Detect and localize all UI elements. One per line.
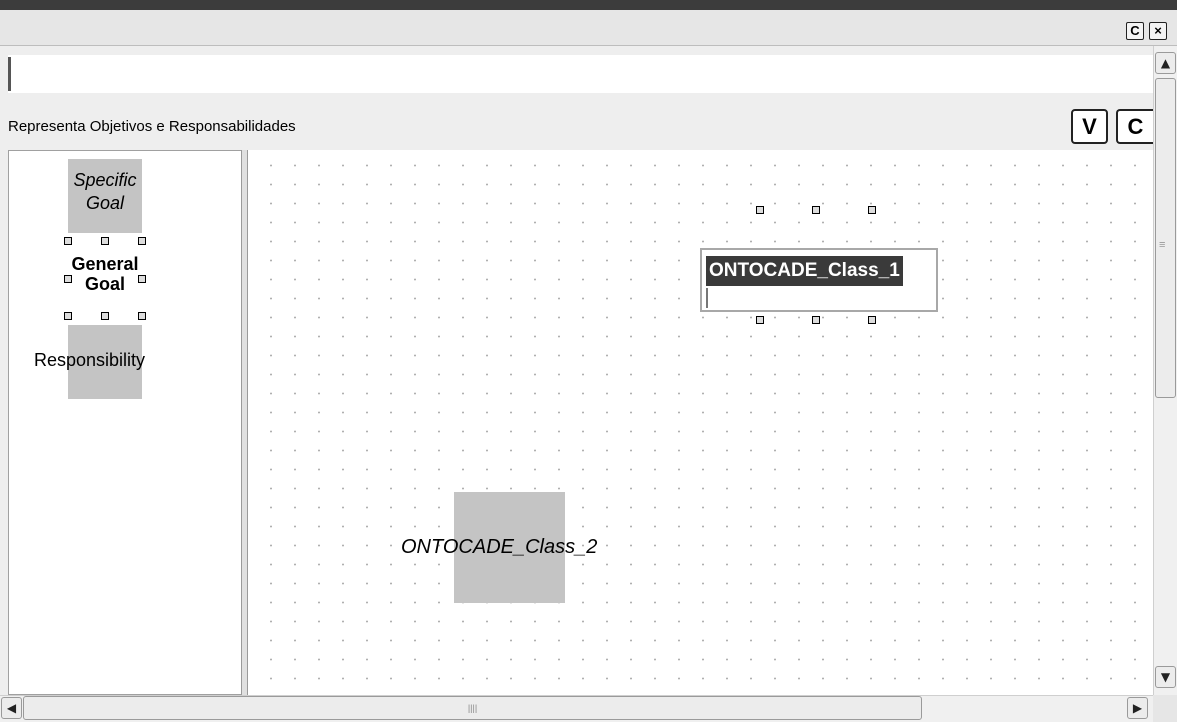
vertical-scroll-thumb[interactable]: ≡ [1155, 78, 1176, 398]
selection-handle[interactable] [138, 312, 146, 320]
scroll-up-arrow-icon[interactable]: ▲ [1155, 52, 1176, 74]
selection-handle[interactable] [756, 206, 764, 214]
selection-handle[interactable] [868, 206, 876, 214]
selection-handle[interactable] [756, 316, 764, 324]
specific-goal-label-line1: Specific [73, 170, 137, 190]
restore-button[interactable]: C [1126, 22, 1144, 40]
selection-handle[interactable] [101, 237, 109, 245]
text-cursor [8, 57, 11, 91]
selection-handle[interactable] [64, 237, 72, 245]
grip-icon: ≡ [1159, 239, 1166, 251]
text-input-area[interactable] [8, 55, 1153, 93]
palette-title: Representa Objetivos e Responsabilidades [8, 118, 296, 135]
window-top-border [0, 0, 1177, 10]
v-button[interactable]: V [1071, 109, 1108, 144]
edit-cursor [706, 288, 708, 308]
selection-handle[interactable] [64, 312, 72, 320]
selection-handle[interactable] [138, 237, 146, 245]
responsibility-label: Responsibility [34, 350, 146, 370]
selection-handle[interactable] [868, 316, 876, 324]
diagram-canvas[interactable] [248, 150, 1153, 695]
scroll-down-arrow-icon[interactable]: ▼ [1155, 666, 1176, 688]
selection-handle[interactable] [812, 206, 820, 214]
scroll-left-arrow-icon[interactable]: ◀ [1, 697, 22, 719]
palette-item-general-goal-line2[interactable]: Goal [55, 274, 155, 295]
close-button[interactable]: × [1149, 22, 1167, 40]
selection-handle[interactable] [812, 316, 820, 324]
horizontal-scroll-thumb[interactable]: |||| [23, 696, 922, 720]
c-button[interactable]: C [1116, 109, 1153, 144]
window-titlebar [0, 10, 1177, 46]
class-node-1-name-editor[interactable]: ONTOCADE_Class_1 [706, 256, 903, 286]
scroll-right-arrow-icon[interactable]: ▶ [1127, 697, 1148, 719]
scrollbar-corner [1153, 695, 1177, 722]
class-node-2-label: ONTOCADE_Class_2 [401, 536, 598, 558]
palette-splitter[interactable] [241, 150, 248, 695]
selection-handle[interactable] [101, 312, 109, 320]
specific-goal-label-line2: Goal [85, 193, 125, 213]
palette-item-general-goal-line1[interactable]: General [55, 254, 155, 275]
